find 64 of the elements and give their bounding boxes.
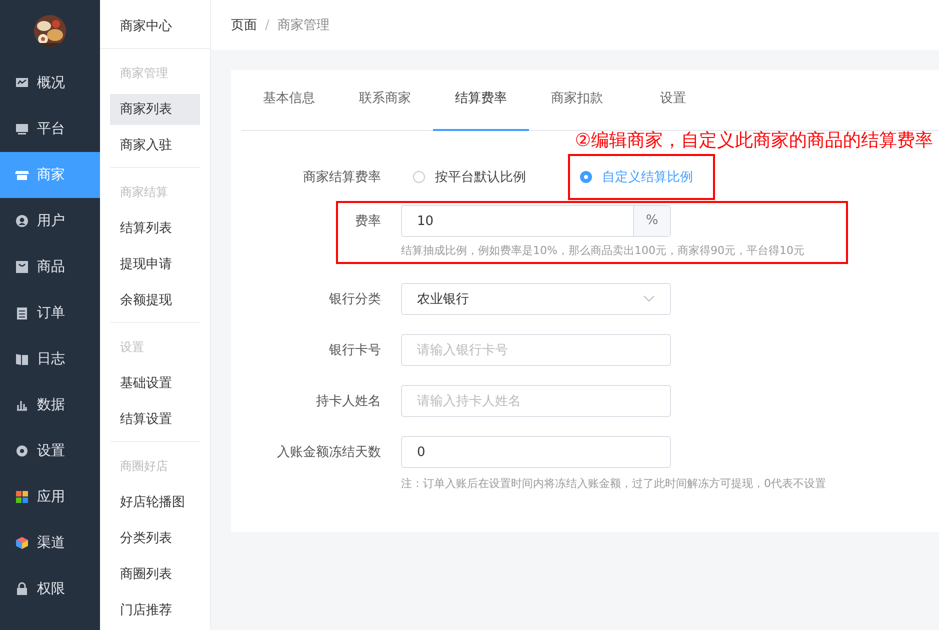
sidebar-item[interactable]: 应用	[0, 474, 100, 520]
subnav-item[interactable]: 商家入驻	[110, 130, 200, 161]
cube-icon	[15, 536, 29, 550]
field-label: 商家结算费率	[302, 169, 382, 186]
tab[interactable]: 商家扣款	[529, 89, 625, 131]
tab[interactable]: 联系商家	[337, 89, 433, 131]
subnav-item[interactable]: 分类列表	[110, 523, 200, 554]
field-label: 费率	[354, 213, 382, 230]
group-title: 商圈好店	[119, 458, 169, 475]
group-title: 设置	[119, 339, 145, 356]
breadcrumb-item[interactable]: 页面	[231, 16, 257, 34]
group-title: 商家管理	[119, 65, 169, 82]
book-icon	[15, 352, 29, 366]
bank-select[interactable]: 农业银行	[401, 283, 671, 315]
subnav-item[interactable]: 商家列表	[110, 94, 200, 125]
settings-icon	[15, 444, 29, 458]
input-field[interactable]: 0	[401, 436, 671, 468]
grid-icon	[15, 490, 29, 504]
section-title: 商家中心	[100, 0, 210, 49]
lock-icon	[15, 582, 29, 596]
field-label: 银行卡号	[328, 342, 382, 359]
sidebar-item[interactable]: 订单	[0, 290, 100, 336]
hint-text: 结算抽成比例，例如费率是10%，那么商品卖出100元，商家得90元，平台得10元	[400, 243, 806, 259]
monitor-icon	[15, 122, 29, 136]
field-label: 入账金额冻结天数	[276, 444, 382, 461]
breadcrumb-separator: /	[265, 18, 270, 32]
bar-chart-icon	[15, 398, 29, 412]
sidebar-item[interactable]: 用户	[0, 198, 100, 244]
subnav-item[interactable]: 提现申请	[110, 249, 200, 280]
clipboard-icon	[15, 306, 29, 320]
sidebar-item[interactable]: 商品	[0, 244, 100, 290]
tab[interactable]: 设置	[625, 89, 721, 131]
tab[interactable]: 基本信息	[241, 89, 337, 131]
sidebar-item[interactable]: 数据	[0, 382, 100, 428]
subnav-item[interactable]: 门店推荐	[110, 595, 200, 626]
breadcrumb-item: 商家管理	[277, 17, 330, 34]
field-label: 持卡人姓名	[315, 393, 382, 410]
sidebar-item[interactable]: 平台	[0, 106, 100, 152]
sidebar-item[interactable]: 权限	[0, 566, 100, 612]
subnav-item[interactable]: 结算设置	[110, 404, 200, 435]
rate-field[interactable]: 10 %	[401, 205, 671, 237]
hint-text: 注：订单入账后在设置时间内将冻结入账金额，过了此时间解冻方可提现，0代表不设置	[400, 476, 827, 491]
subnav-item[interactable]: 余额提现	[110, 285, 200, 316]
field-label: 银行分类	[328, 291, 382, 308]
chevron-down-icon	[643, 295, 655, 303]
sidebar-item[interactable]: 渠道	[0, 520, 100, 566]
annotation-text: ②编辑商家，自定义此商家的商品的结算费率	[574, 129, 933, 152]
subnav-item[interactable]: 商圈列表	[110, 559, 200, 590]
tab[interactable]: 结算费率	[433, 89, 529, 131]
sidebar-item[interactable]: 设置	[0, 428, 100, 474]
subnav-item[interactable]: 结算列表	[110, 213, 200, 244]
chart-icon	[15, 76, 29, 90]
group-title: 商家结算	[119, 184, 169, 201]
input-field[interactable]: 请输入持卡人姓名	[401, 385, 671, 417]
user-icon	[15, 214, 29, 228]
sidebar-item[interactable]: 日志	[0, 336, 100, 382]
unit-suffix: %	[633, 206, 670, 236]
sidebar-item[interactable]: 概况	[0, 60, 100, 106]
subnav-item[interactable]: 基础设置	[110, 368, 200, 399]
radio-option[interactable]: 按平台默认比例	[401, 154, 548, 200]
shop-icon	[15, 168, 29, 182]
subnav-item[interactable]: 好店轮播图	[110, 487, 200, 518]
input-field[interactable]: 请输入银行卡号	[401, 334, 671, 366]
bag-icon	[15, 260, 29, 274]
